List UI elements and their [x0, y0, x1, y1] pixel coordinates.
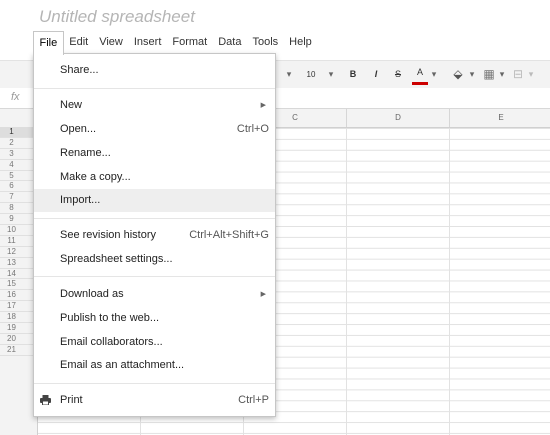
row-header[interactable]: 17 — [0, 301, 37, 313]
row-header[interactable]: 15 — [0, 279, 37, 291]
menu-item-open[interactable]: Open... Ctrl+O — [34, 118, 275, 141]
row-header[interactable]: 5 — [0, 171, 37, 182]
row-header[interactable]: 6 — [0, 181, 37, 193]
menu-item-publish[interactable]: Publish to the web... — [34, 307, 275, 330]
row-header[interactable]: 4 — [0, 160, 37, 171]
menu-bar: File Edit View Insert Format Data Tools … — [33, 30, 318, 55]
row-header[interactable]: 20 — [0, 334, 37, 345]
menu-divider — [34, 276, 275, 277]
submenu-arrow-icon: ▶ — [260, 102, 266, 109]
submenu-arrow-icon: ▶ — [260, 291, 266, 298]
row-header[interactable]: 18 — [0, 312, 37, 324]
row-header[interactable]: 19 — [0, 323, 37, 334]
font-size-select[interactable]: 10 — [300, 61, 322, 88]
row-header[interactable]: 10 — [0, 225, 37, 236]
shortcut-label: Ctrl+P — [238, 394, 269, 406]
italic-button[interactable]: I — [369, 61, 383, 88]
borders-icon[interactable]: ▦ — [481, 61, 497, 88]
text-color-arrow-icon[interactable]: ▾ — [429, 61, 439, 88]
menu-divider — [34, 218, 275, 219]
menu-item-email-collaborators[interactable]: Email collaborators... — [34, 331, 275, 354]
menu-help[interactable]: Help — [284, 31, 318, 53]
bold-button[interactable]: B — [346, 61, 360, 88]
menu-tools[interactable]: Tools — [247, 31, 284, 53]
row-header[interactable]: 16 — [0, 290, 37, 302]
row-header[interactable]: 1 — [0, 127, 37, 138]
fill-color-icon[interactable]: ⬙ — [450, 61, 466, 88]
fill-color-arrow-icon[interactable]: ▾ — [467, 61, 477, 88]
row-header[interactable]: 3 — [0, 149, 37, 160]
row-header[interactable]: 2 — [0, 138, 37, 149]
column-header-d[interactable]: D — [346, 109, 449, 127]
row-header[interactable]: 14 — [0, 269, 37, 280]
menu-item-spreadsheet-settings[interactable]: Spreadsheet settings... — [34, 248, 275, 271]
menu-item-import[interactable]: Import... — [34, 189, 275, 212]
printer-icon — [40, 395, 51, 405]
menu-item-revision-history[interactable]: See revision history Ctrl+Alt+Shift+G — [34, 224, 275, 247]
menu-item-new[interactable]: New ▶ — [34, 94, 275, 117]
menu-item-share[interactable]: Share... — [34, 59, 275, 82]
menu-edit[interactable]: Edit — [64, 31, 94, 53]
menu-item-print[interactable]: Print Ctrl+P — [34, 389, 275, 412]
document-title[interactable]: Untitled spreadsheet — [39, 7, 195, 27]
shortcut-label: Ctrl+O — [236, 123, 269, 135]
merge-cells-icon[interactable]: ⊟ — [510, 61, 526, 88]
menu-view[interactable]: View — [94, 31, 129, 53]
font-size-arrow-icon[interactable]: ▾ — [326, 61, 336, 88]
menu-file[interactable]: File — [33, 30, 64, 55]
row-header[interactable]: 8 — [0, 203, 37, 215]
menu-data[interactable]: Data — [213, 31, 247, 53]
row-header[interactable]: 21 — [0, 345, 37, 356]
text-color-button[interactable]: A — [412, 61, 428, 85]
menu-item-rename[interactable]: Rename... — [34, 142, 275, 165]
row-header[interactable]: 9 — [0, 214, 37, 226]
menu-divider — [34, 383, 275, 384]
menu-insert[interactable]: Insert — [128, 31, 167, 53]
shortcut-label: Ctrl+Alt+Shift+G — [189, 229, 269, 241]
font-dropdown-arrow-icon[interactable]: ▾ — [284, 61, 294, 88]
menu-item-download-as[interactable]: Download as ▶ — [34, 283, 275, 306]
strikethrough-button[interactable]: S — [391, 61, 405, 88]
file-menu-dropdown: Share... New ▶ Open... Ctrl+O Rename... … — [33, 53, 276, 417]
menu-item-email-attachment[interactable]: Email as an attachment... — [34, 354, 275, 377]
menu-divider — [34, 88, 275, 89]
column-header-e[interactable]: E — [449, 109, 550, 127]
merge-arrow-icon[interactable]: ▾ — [526, 61, 536, 88]
row-header[interactable]: 13 — [0, 258, 37, 269]
row-header[interactable]: 11 — [0, 236, 37, 247]
function-icon: fx — [11, 91, 20, 103]
row-header[interactable]: 12 — [0, 247, 37, 258]
borders-arrow-icon[interactable]: ▾ — [497, 61, 507, 88]
row-header[interactable]: 7 — [0, 192, 37, 204]
menu-item-make-copy[interactable]: Make a copy... — [34, 166, 275, 189]
menu-format[interactable]: Format — [167, 31, 213, 53]
